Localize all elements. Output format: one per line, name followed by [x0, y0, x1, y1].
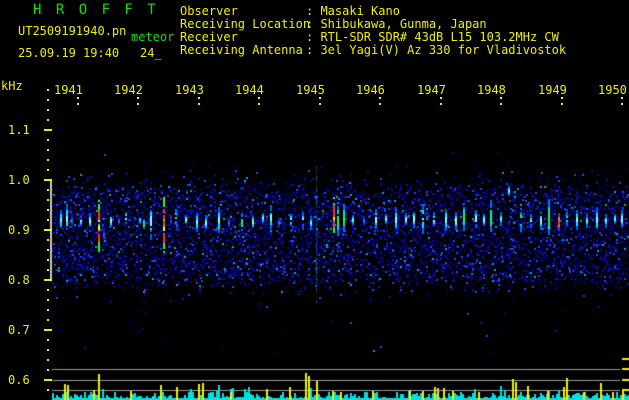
freq-minor-tick [47, 99, 49, 101]
freq-minor-tick [47, 249, 49, 251]
time-tick-mark [500, 103, 502, 105]
freq-tick-label: 0.7 [8, 323, 30, 337]
freq-minor-tick [47, 269, 49, 271]
freq-minor-tick [47, 189, 49, 191]
time-tick-mark [440, 97, 442, 99]
time-tick-mark [258, 103, 260, 105]
freq-minor-tick [47, 239, 49, 241]
datetime-label: 25.09.19 19:40 [18, 46, 120, 60]
freq-minor-tick [47, 309, 49, 311]
time-tick-mark [258, 97, 260, 99]
time-tick-mark [319, 97, 321, 99]
freq-minor-tick [47, 319, 49, 321]
time-tick-mark [198, 103, 200, 105]
freq-minor-tick [47, 389, 49, 391]
freq-major-tick [44, 379, 52, 381]
time-tick-label: 1948 [477, 83, 506, 97]
output-filename: UT2509191940.pn [18, 24, 127, 38]
freq-major-tick [44, 279, 52, 281]
time-tick-mark [440, 103, 442, 105]
time-tick-label: 1944 [235, 83, 264, 97]
time-tick-mark [379, 103, 381, 105]
freq-minor-tick [47, 259, 49, 261]
hrofft-screen: H R O F F T UT2509191940.pn meteor 25.09… [0, 0, 629, 400]
time-tick-label: 1946 [356, 83, 385, 97]
spectrogram-canvas [0, 0, 629, 400]
time-tick-label: 1945 [296, 83, 325, 97]
freq-tick-label: 1.0 [8, 173, 30, 187]
freq-minor-tick [47, 159, 49, 161]
time-tick-label: 1947 [417, 83, 446, 97]
time-tick-mark [198, 97, 200, 99]
freq-minor-tick [47, 89, 49, 91]
freq-minor-tick [47, 299, 49, 301]
freq-minor-tick [47, 119, 49, 121]
receiving-antenna-label: Receiving Antenna [180, 43, 303, 57]
freq-tick-label: 1.1 [8, 123, 30, 137]
time-tick-label: 1943 [175, 83, 204, 97]
freq-minor-tick [47, 169, 49, 171]
time-tick-mark [621, 97, 623, 99]
time-tick-mark [379, 97, 381, 99]
time-tick-mark [621, 103, 623, 105]
freq-minor-tick [47, 289, 49, 291]
freq-minor-tick [47, 149, 49, 151]
freq-minor-tick [47, 339, 49, 341]
freq-minor-tick [47, 209, 49, 211]
time-tick-mark [561, 97, 563, 99]
freq-minor-tick [47, 109, 49, 111]
freq-minor-tick [47, 349, 49, 351]
freq-major-tick [44, 329, 52, 331]
frequency-axis-unit: kHz [1, 79, 23, 93]
freq-minor-tick [47, 369, 49, 371]
time-tick-mark [500, 97, 502, 99]
time-tick-label: 1942 [114, 83, 143, 97]
freq-major-tick [44, 229, 52, 231]
time-tick-mark [77, 103, 79, 105]
time-tick-mark [561, 103, 563, 105]
receiving-antenna-value: : 3el Yagi(V) Az 330 for Vladivostok [306, 43, 567, 57]
freq-tick-label: 0.6 [8, 373, 30, 387]
time-tick-mark [319, 103, 321, 105]
freq-minor-tick [47, 199, 49, 201]
time-tick-label: 1950 [598, 83, 627, 97]
time-tick-label: 1941 [54, 83, 83, 97]
time-tick-mark [137, 103, 139, 105]
time-tick-mark [137, 97, 139, 99]
freq-minor-tick [47, 139, 49, 141]
freq-tick-label: 0.9 [8, 223, 30, 237]
freq-minor-tick [47, 359, 49, 361]
freq-major-tick [44, 179, 52, 181]
sweep-counter: 24_ [140, 46, 162, 60]
station-name: meteor [131, 30, 175, 44]
freq-major-tick [44, 129, 52, 131]
app-title: H R O F F T [33, 2, 159, 18]
time-tick-label: 1949 [538, 83, 567, 97]
freq-tick-label: 0.8 [8, 273, 30, 287]
freq-minor-tick [47, 219, 49, 221]
time-tick-mark [77, 97, 79, 99]
